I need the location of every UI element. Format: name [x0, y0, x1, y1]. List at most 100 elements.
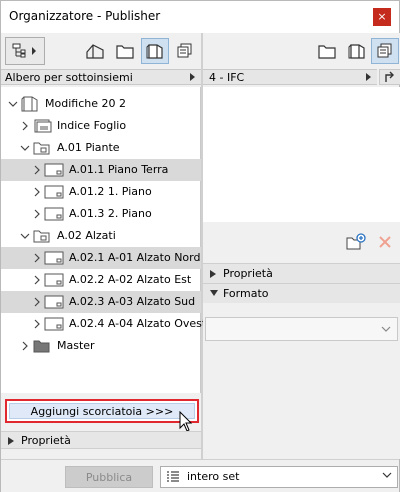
tree-item-label: A.01.2 1. Piano: [69, 185, 152, 198]
format-section-header[interactable]: Formato: [203, 283, 400, 303]
tree-item[interactable]: A.01.1 Piano Terra: [1, 159, 201, 181]
layout-book-icon: [146, 44, 163, 59]
publish-scope-select[interactable]: intero set: [160, 466, 398, 488]
publisher-sets-icon: [377, 43, 392, 58]
chevron-right-icon: [190, 73, 195, 81]
properties-section-header[interactable]: Proprietà: [203, 263, 400, 283]
right-publisher-sets-button[interactable]: [371, 38, 399, 64]
layout-icon: [44, 317, 64, 331]
chevron-down-icon: [382, 472, 392, 478]
right-layout-book-button[interactable]: [343, 38, 371, 64]
tree-item[interactable]: A.02 Alzati: [1, 225, 201, 247]
hierarchy-menu-button[interactable]: [5, 37, 45, 65]
tree-item[interactable]: A.01 Piante: [1, 137, 201, 159]
chevron-down-icon[interactable]: [20, 143, 30, 153]
up-arrow-icon: [385, 71, 394, 82]
chevron-right-icon[interactable]: [32, 319, 42, 329]
delete-button[interactable]: [375, 232, 395, 252]
chevron-right-icon[interactable]: [32, 253, 42, 263]
tree-item[interactable]: A.02.1 A-01 Alzato Nord: [1, 247, 201, 269]
right-toolbar: [203, 33, 400, 69]
publisher-sets-icon: [177, 43, 192, 58]
chevron-down-icon: [381, 326, 391, 332]
chevron-right-icon[interactable]: [20, 121, 30, 131]
layout-icon: [44, 295, 64, 309]
view-selector[interactable]: Albero per sottoinsiemi: [1, 69, 201, 85]
chevron-right-icon[interactable]: [32, 297, 42, 307]
tree-item[interactable]: Indice Foglio: [1, 115, 201, 137]
publisher-set-selector[interactable]: 4 - IFC: [203, 69, 377, 85]
tree-item-label: A.02.3 A-03 Alzato Sud: [69, 295, 196, 308]
tree-item[interactable]: Master: [1, 335, 201, 357]
layout-book-icon: [348, 44, 365, 59]
tree-item-label: A.02.4 A-04 Alzato Ovest: [69, 317, 207, 330]
tree-item-label: A.01.3 2. Piano: [69, 207, 152, 220]
properties-section-label: Proprietà: [223, 267, 273, 280]
publisher-set-label: 4 - IFC: [209, 70, 245, 84]
publish-scope-value: intero set: [187, 470, 240, 483]
format-combo[interactable]: [205, 317, 398, 341]
new-folder-icon: [346, 233, 366, 250]
tree-item[interactable]: Modifiche 20 2: [1, 93, 201, 115]
tree-item[interactable]: A.02.2 A-02 Alzato Est: [1, 269, 201, 291]
folder-icon: [33, 142, 50, 155]
add-shortcut-highlight: Aggiungi scorciatoia >>>: [5, 399, 199, 423]
left-properties-header[interactable]: Proprietà: [1, 431, 201, 449]
chevron-right-icon[interactable]: [32, 165, 42, 175]
tree-item-label: A.01 Piante: [57, 141, 120, 154]
layout-book-icon: [21, 96, 38, 112]
publish-button[interactable]: Pubblica: [65, 466, 153, 488]
left-properties-label: Proprietà: [21, 434, 71, 447]
view-selector-label: Albero per sottoinsiemi: [5, 70, 133, 84]
layout-icon: [44, 251, 64, 265]
close-button[interactable]: ×: [373, 8, 391, 26]
chevron-right-icon[interactable]: [32, 275, 42, 285]
project-map-button[interactable]: [81, 38, 109, 64]
tree-item[interactable]: A.01.3 2. Piano: [1, 203, 201, 225]
publisher-sets-button[interactable]: [171, 38, 199, 64]
tree-item[interactable]: A.02.4 A-04 Alzato Ovest: [1, 313, 206, 335]
tree-item[interactable]: A.01.2 1. Piano: [1, 181, 201, 203]
left-toolbar: [1, 33, 201, 69]
list-icon: [167, 471, 179, 482]
master-folder-icon: [33, 340, 50, 353]
chevron-down-icon[interactable]: [8, 99, 18, 109]
item-actions: [203, 222, 400, 263]
window-title: Organizzatore - Publisher: [9, 9, 161, 23]
chevron-right-icon: [8, 437, 14, 445]
tree-item-label: Indice Foglio: [57, 119, 127, 132]
add-shortcut-label: Aggiungi scorciatoia >>>: [30, 404, 174, 418]
layout-icon: [44, 163, 64, 177]
chevron-down-icon[interactable]: [20, 231, 30, 241]
chevron-right-icon: [32, 47, 36, 55]
bottom-bar: Pubblica intero set: [1, 459, 399, 492]
mouse-cursor-icon: [179, 411, 193, 432]
tree-view: Modifiche 20 2 Indice Foglio A.01 Piante…: [1, 87, 206, 393]
new-folder-button[interactable]: [345, 232, 367, 252]
chevron-right-icon[interactable]: [20, 341, 30, 351]
go-up-button[interactable]: [379, 69, 400, 85]
chevron-right-icon[interactable]: [32, 209, 42, 219]
layout-icon: [44, 185, 64, 199]
publisher-items-list[interactable]: [203, 87, 400, 222]
view-map-button[interactable]: [111, 38, 139, 64]
layout-icon: [44, 207, 64, 221]
house-icon: [86, 44, 104, 59]
right-view-map-button[interactable]: [313, 38, 341, 64]
delete-icon: [379, 236, 391, 248]
hierarchy-icon: [12, 43, 26, 58]
chevron-right-icon[interactable]: [32, 187, 42, 197]
chevron-down-icon: [210, 290, 218, 296]
add-shortcut-button[interactable]: Aggiungi scorciatoia >>>: [9, 403, 195, 419]
tree-item-label: A.02 Alzati: [57, 229, 116, 242]
title-bar: Organizzatore - Publisher ×: [1, 1, 399, 33]
organizer-window: Organizzatore - Publisher × Albero per s…: [0, 0, 400, 492]
format-section-label: Formato: [223, 287, 269, 300]
tree-item[interactable]: A.02.3 A-03 Alzato Sud: [1, 291, 201, 313]
folder-icon: [33, 230, 50, 243]
chevron-right-icon: [366, 73, 371, 81]
tree-item-label: Master: [57, 339, 95, 352]
tree-item-label: Modifiche 20 2: [45, 97, 126, 110]
layout-book-button[interactable]: [141, 38, 169, 64]
layout-icon: [44, 273, 64, 287]
